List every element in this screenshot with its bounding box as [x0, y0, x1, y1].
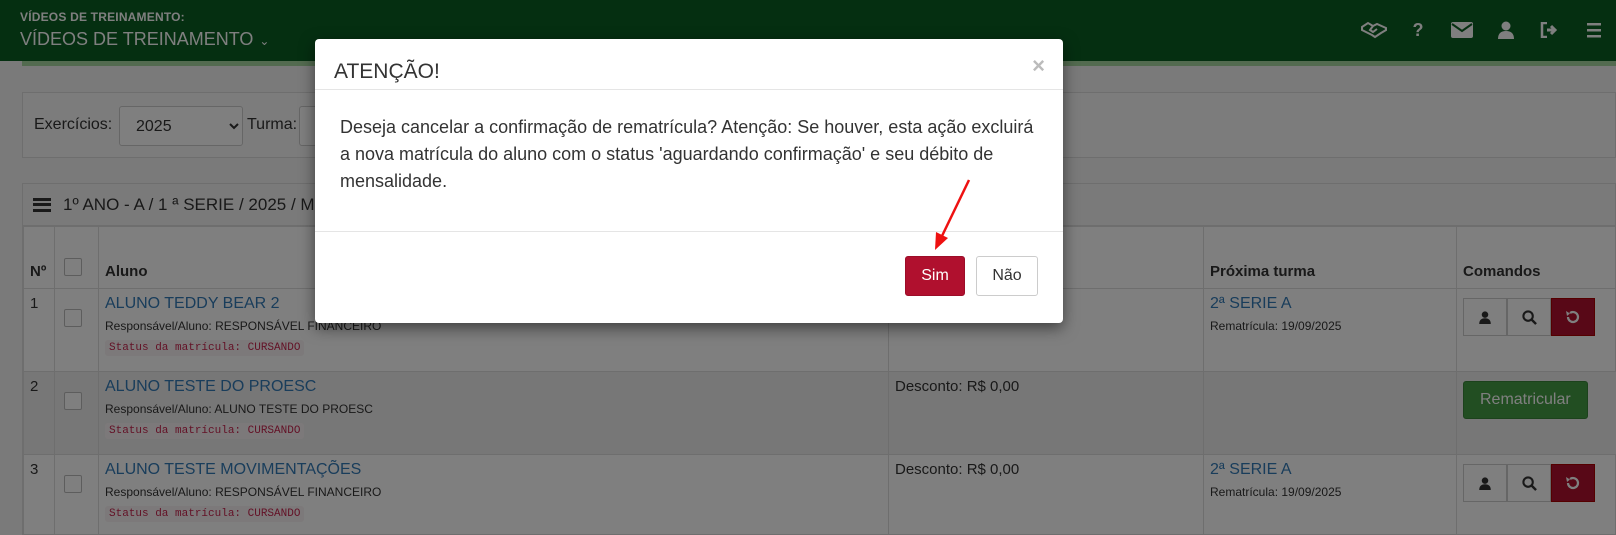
close-icon[interactable]: ×	[1032, 53, 1045, 79]
yes-button[interactable]: Sim	[905, 256, 965, 296]
confirm-modal: ATENÇÃO! × Deseja cancelar a confirmação…	[315, 39, 1063, 323]
modal-footer: Sim Não	[315, 232, 1063, 322]
modal-title: ATENÇÃO!	[334, 60, 440, 83]
no-button[interactable]: Não	[976, 256, 1038, 296]
modal-header: ATENÇÃO! ×	[315, 39, 1063, 90]
modal-message: Deseja cancelar a confirmação de rematrí…	[315, 90, 1063, 232]
